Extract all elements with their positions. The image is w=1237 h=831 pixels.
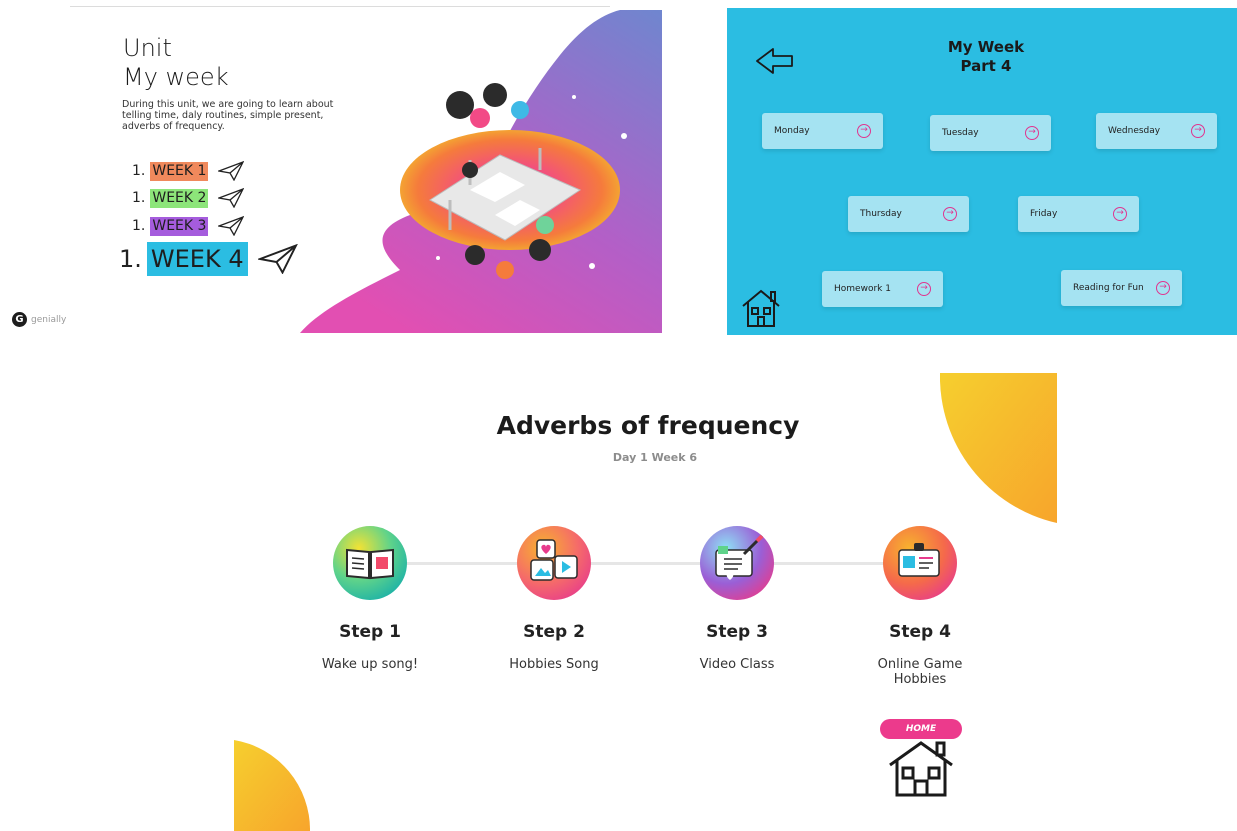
page-subtitle: Day 1 Week 6 <box>612 451 698 464</box>
arrow-circle-icon: → <box>1156 281 1170 295</box>
genially-logo-icon: G <box>12 312 27 327</box>
arrow-circle-icon: → <box>1025 126 1039 140</box>
thursday-button[interactable]: Thursday → <box>848 196 969 232</box>
step-description: Hobbies Song <box>509 657 599 672</box>
button-label: Monday <box>774 126 810 136</box>
button-label: Homework 1 <box>834 284 891 294</box>
step-3[interactable]: Step 3 Video Class <box>667 526 807 672</box>
step-description: Video Class <box>699 657 775 672</box>
homework-1-button[interactable]: Homework 1 → <box>822 271 943 307</box>
book-icon[interactable] <box>333 526 407 600</box>
step-name: Step 4 <box>889 622 951 642</box>
step-description: Wake up song! <box>321 657 419 672</box>
week-label: WEEK 1 <box>150 161 209 181</box>
wednesday-button[interactable]: Wednesday → <box>1096 113 1217 149</box>
tuesday-button[interactable]: Tuesday → <box>930 115 1051 151</box>
week-label: WEEK 2 <box>150 188 209 208</box>
button-label: Friday <box>1030 209 1058 219</box>
paper-plane-icon[interactable] <box>218 216 245 236</box>
arrow-circle-icon: → <box>917 282 931 296</box>
button-label: Thursday <box>860 209 902 219</box>
button-label: Tuesday <box>942 128 979 138</box>
step-4[interactable]: Step 4 Online Game Hobbies <box>850 526 990 687</box>
week-number: 1. <box>132 163 146 179</box>
button-label: Wednesday <box>1108 126 1161 136</box>
week-3-link[interactable]: 1. WEEK 3 <box>132 216 245 236</box>
page-title: Adverbs of frequency <box>496 411 800 440</box>
step-name: Step 1 <box>339 622 401 642</box>
genially-brand[interactable]: G genially <box>12 312 66 327</box>
paper-plane-icon[interactable] <box>257 244 298 274</box>
unit-title: Unit <box>123 34 172 62</box>
arrow-circle-icon: → <box>1191 124 1205 138</box>
friday-button[interactable]: Friday → <box>1018 196 1139 232</box>
monday-button[interactable]: Monday → <box>762 113 883 149</box>
home-icon[interactable] <box>740 286 782 328</box>
button-label: Reading for Fun <box>1073 283 1144 293</box>
brand-name: genially <box>31 314 67 325</box>
home-icon[interactable] <box>887 739 955 797</box>
adverbs-slide: Adverbs of frequency Day 1 Week 6 Step 1… <box>0 373 1237 831</box>
home-label[interactable]: HOME <box>880 719 962 739</box>
week-title-line1: My Week <box>947 38 1025 56</box>
week-2-link[interactable]: 1. WEEK 2 <box>132 188 245 208</box>
unit-description: During this unit, we are going to learn … <box>122 99 334 132</box>
arrow-circle-icon: → <box>857 124 871 138</box>
week-number: 1. <box>119 245 142 273</box>
week-number: 1. <box>132 218 146 234</box>
step-1[interactable]: Step 1 Wake up song! <box>300 526 440 672</box>
gradient-blob-illustration <box>300 10 662 333</box>
paper-plane-icon[interactable] <box>218 188 245 208</box>
paper-plane-icon[interactable] <box>218 161 245 181</box>
week-1-link[interactable]: 1. WEEK 1 <box>132 161 245 181</box>
decorative-quarter-circle <box>234 740 310 831</box>
step-connector-line <box>370 562 920 565</box>
my-week-slide: My Week Part 4 Monday → Tuesday → Wednes… <box>727 8 1237 335</box>
unit-slide: Unit My week During this unit, we are go… <box>0 0 662 333</box>
paint-brush-icon[interactable] <box>700 526 774 600</box>
id-card-icon[interactable] <box>883 526 957 600</box>
step-name: Step 2 <box>523 622 585 642</box>
step-description: Online Game Hobbies <box>877 657 963 687</box>
arrow-circle-icon: → <box>1113 207 1127 221</box>
week-label: WEEK 3 <box>150 216 209 236</box>
decorative-quarter-circle <box>940 373 1057 523</box>
arrow-circle-icon: → <box>943 207 957 221</box>
week-title-line2: Part 4 <box>960 57 1012 75</box>
week-4-link[interactable]: 1. WEEK 4 <box>119 242 298 276</box>
step-name: Step 3 <box>706 622 768 642</box>
step-2[interactable]: Step 2 Hobbies Song <box>484 526 624 672</box>
week-number: 1. <box>132 190 146 206</box>
week-label: WEEK 4 <box>146 242 248 276</box>
media-tiles-icon[interactable] <box>517 526 591 600</box>
reading-for-fun-button[interactable]: Reading for Fun → <box>1061 270 1182 306</box>
unit-subtitle: My week <box>123 63 229 91</box>
